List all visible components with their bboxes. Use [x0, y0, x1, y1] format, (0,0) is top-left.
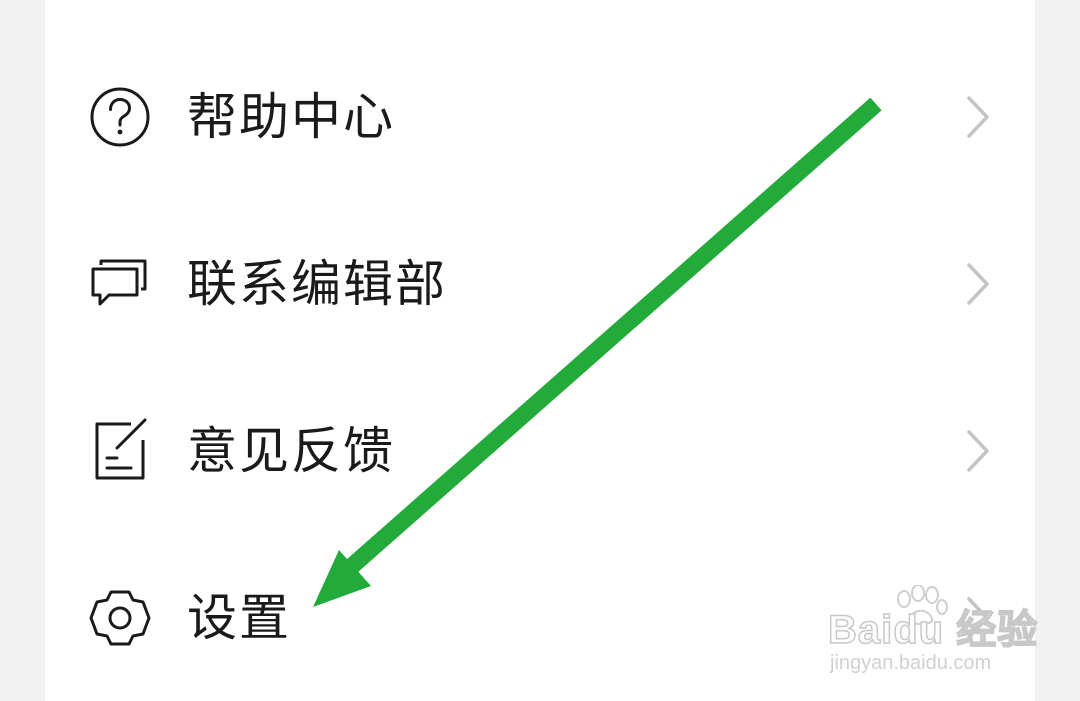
- settings-menu-panel: 帮助中心 联系编辑部 意见反馈 设置: [45, 0, 1035, 701]
- chevron-right-icon: [963, 259, 993, 309]
- menu-item-label: 联系编辑部: [187, 255, 447, 313]
- menu-item-feedback[interactable]: 意见反馈: [45, 381, 1035, 521]
- chat-bubbles-icon: [87, 251, 153, 317]
- feedback-edit-icon: [87, 418, 153, 484]
- menu-item-contact-editors[interactable]: 联系编辑部: [45, 214, 1035, 354]
- menu-item-help-center[interactable]: 帮助中心: [45, 47, 1035, 187]
- menu-item-label: 帮助中心: [187, 88, 395, 146]
- menu-item-label: 设置: [187, 589, 291, 647]
- chevron-right-icon: [963, 426, 993, 476]
- help-circle-icon: [87, 84, 153, 150]
- chevron-right-icon: [963, 593, 993, 643]
- app-screen: 帮助中心 联系编辑部 意见反馈 设置 Baidu 经验 jingyan.baid…: [0, 0, 1080, 701]
- menu-item-settings[interactable]: 设置: [45, 548, 1035, 688]
- gear-icon: [87, 585, 153, 651]
- chevron-right-icon: [963, 92, 993, 142]
- menu-item-label: 意见反馈: [187, 422, 395, 480]
